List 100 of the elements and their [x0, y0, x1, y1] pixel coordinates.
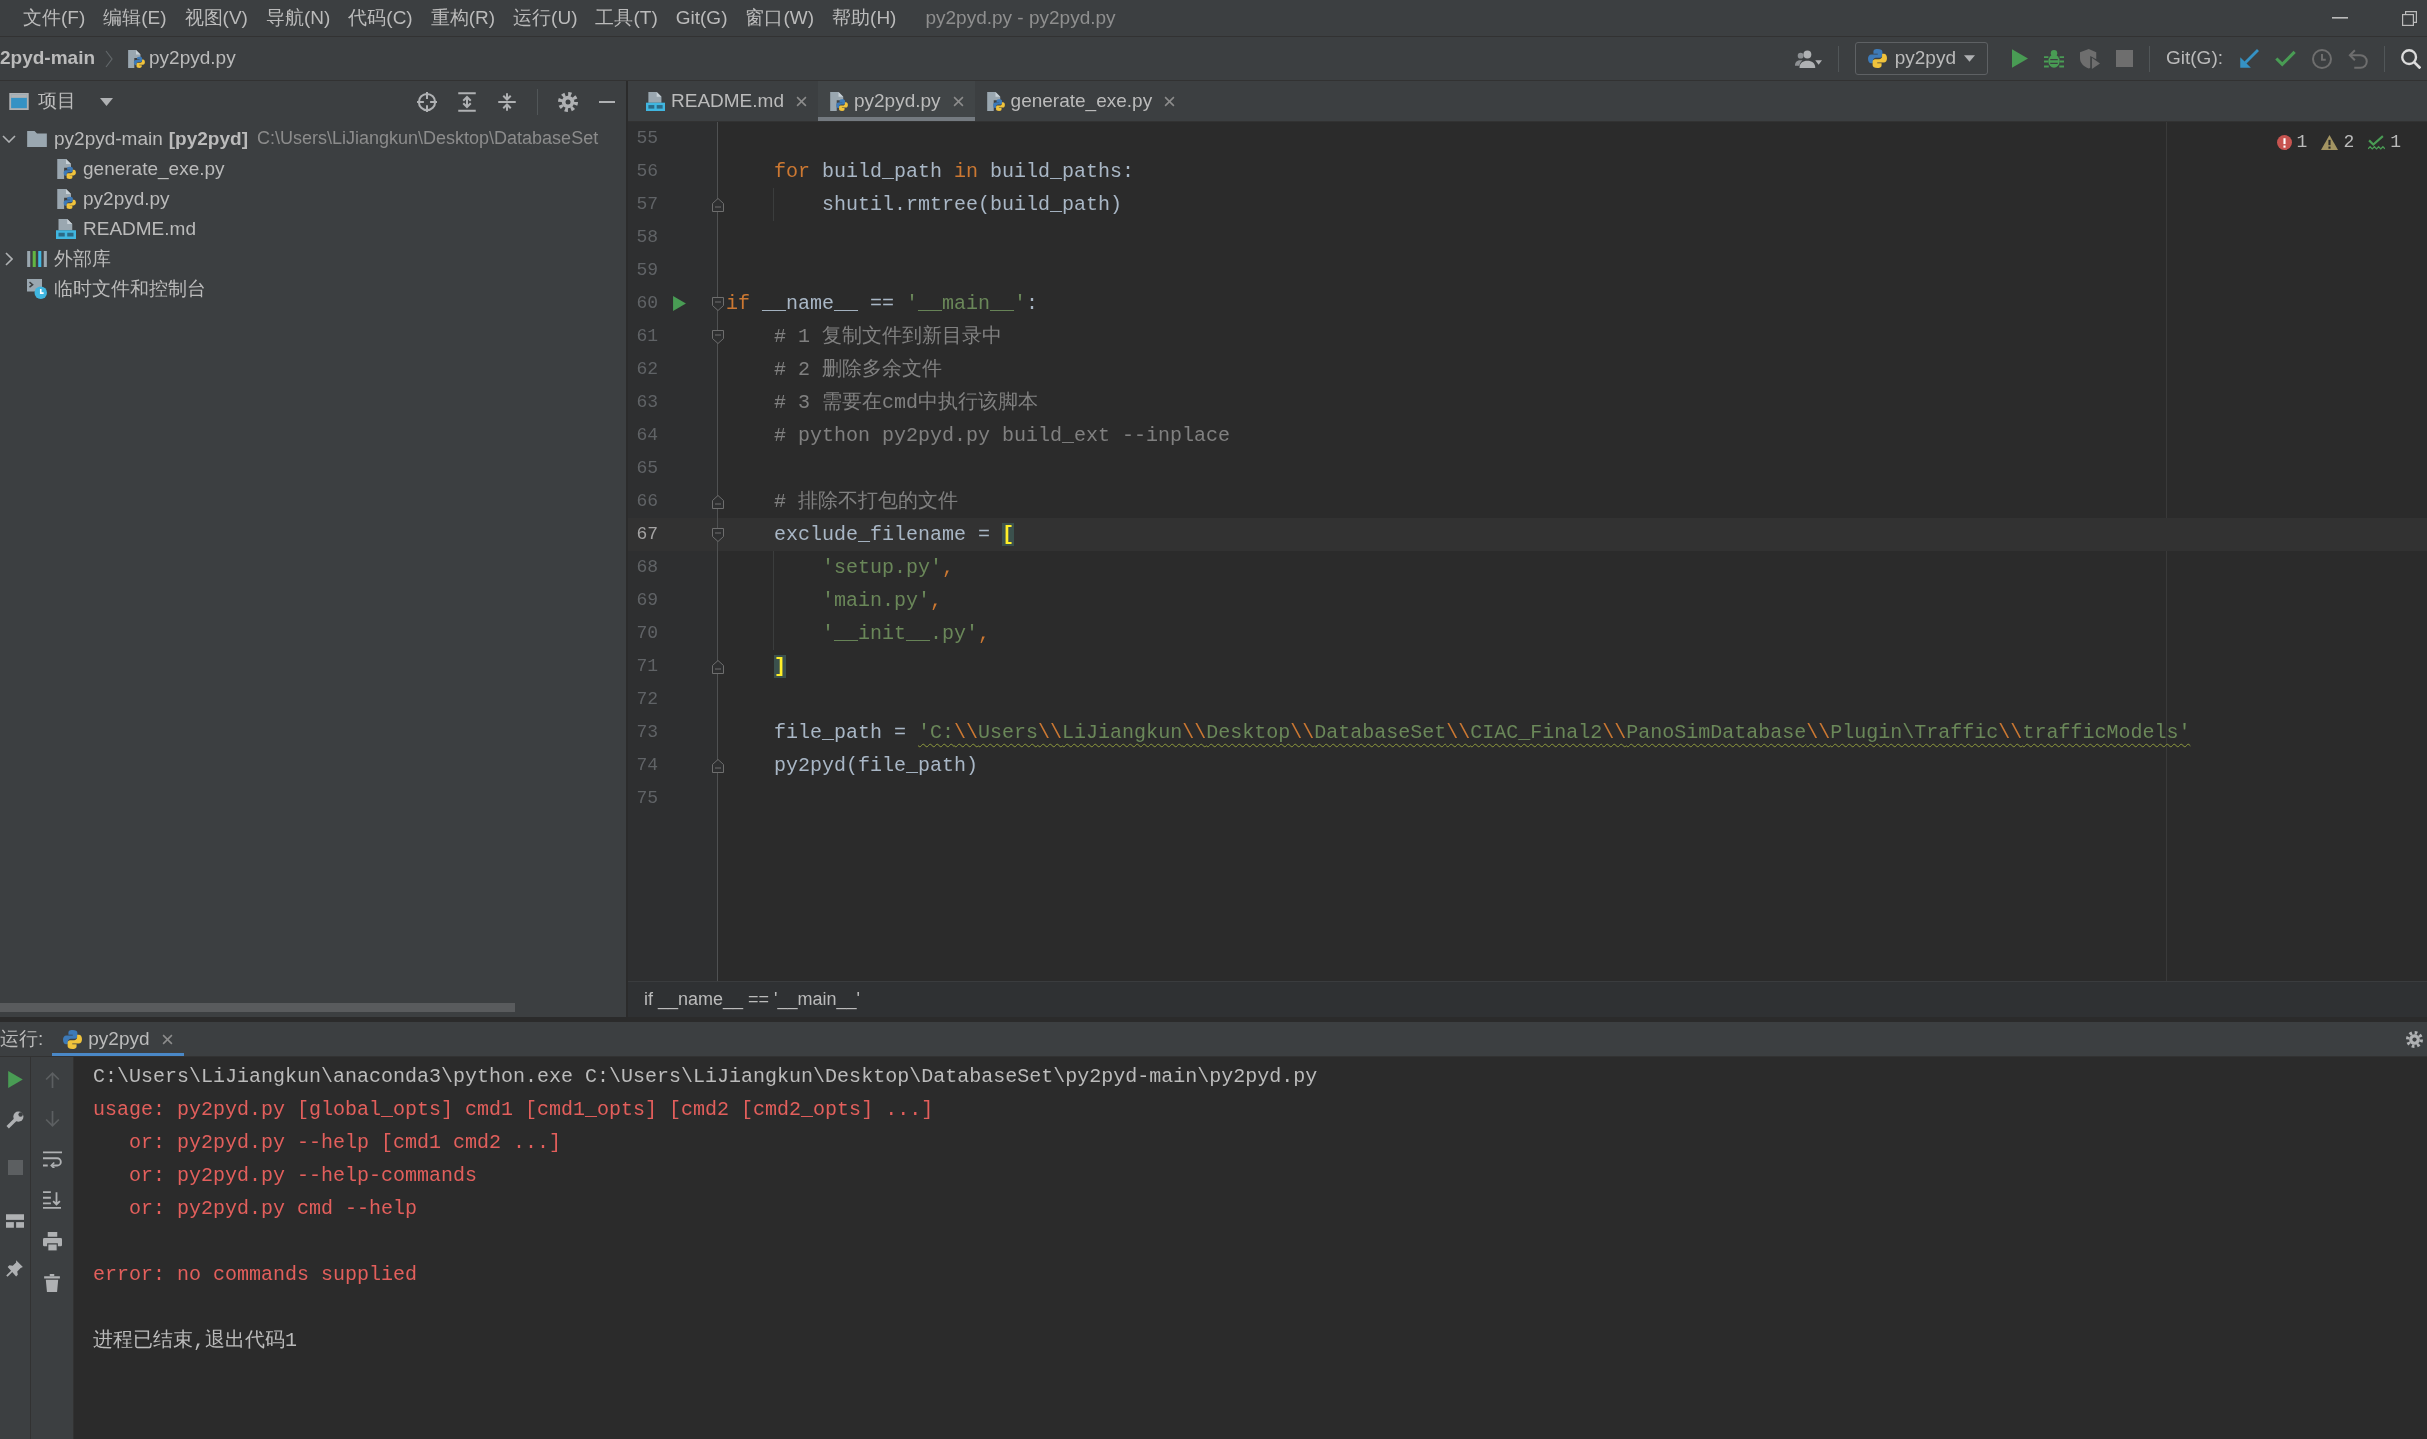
python-file-icon	[985, 91, 1005, 111]
chevron-right-icon[interactable]	[5, 252, 13, 266]
tree-item[interactable]: generate_exe.py	[83, 157, 225, 181]
menu-item[interactable]: 窗口(W)	[736, 6, 824, 30]
console-clock-icon	[27, 279, 47, 299]
line-number: 67	[635, 523, 658, 546]
arrow-up-icon[interactable]	[44, 1071, 60, 1088]
run-config-dropdown[interactable]: py2pyd	[1854, 42, 1988, 75]
close-icon[interactable]	[1164, 95, 1176, 107]
fold-marker-icon[interactable]	[712, 197, 724, 212]
menu-item[interactable]: 编辑(E)	[94, 6, 176, 30]
menu-item[interactable]: 导航(N)	[256, 6, 340, 30]
restore-icon[interactable]	[2402, 10, 2417, 26]
breadcrumb[interactable]: if __name__ == '__main__'	[644, 988, 861, 1011]
editor-tab[interactable]: generate_exe.py	[974, 81, 1187, 121]
document-icon	[56, 219, 76, 239]
tree-item[interactable]: 外部库	[54, 247, 111, 271]
shield-play-icon[interactable]	[2080, 48, 2100, 69]
python-file-icon	[56, 189, 76, 209]
tree-item[interactable]: py2pyd-main	[54, 127, 163, 151]
close-icon[interactable]	[795, 95, 807, 107]
books-icon	[27, 251, 47, 267]
inspection-count[interactable]: 1	[2296, 132, 2308, 154]
collapse-all-icon[interactable]	[497, 91, 517, 112]
user-dropdown-icon[interactable]	[1794, 49, 1822, 68]
chevron-down-icon[interactable]	[2, 135, 16, 143]
menu-item[interactable]: 重构(R)	[421, 6, 505, 30]
chevron-right-icon	[105, 49, 114, 68]
arrow-down-left-icon[interactable]	[2239, 48, 2259, 69]
trash-icon[interactable]	[44, 1274, 60, 1292]
python-file-icon	[56, 159, 76, 179]
fold-marker-icon[interactable]	[712, 494, 724, 509]
crosshair-icon[interactable]	[417, 91, 437, 112]
warning-icon[interactable]	[2321, 135, 2339, 151]
check-icon[interactable]	[2275, 50, 2296, 67]
code-line: # 2 删除多余文件	[774, 358, 943, 381]
console-line: error: no commands supplied	[93, 1263, 418, 1286]
inspection-count[interactable]: 2	[2343, 132, 2355, 154]
breadcrumb-item[interactable]: 2pyd-main	[0, 47, 96, 70]
menu-item[interactable]: 代码(C)	[339, 6, 422, 30]
bug-icon[interactable]	[2044, 48, 2064, 69]
run-icon[interactable]	[2012, 49, 2028, 68]
expand-all-icon[interactable]	[457, 91, 477, 112]
settings-icon[interactable]	[2406, 1030, 2423, 1048]
tree-item[interactable]: README.md	[83, 217, 196, 241]
folder-icon	[27, 131, 47, 147]
menu-item[interactable]: 视图(V)	[175, 6, 257, 30]
code-line: exclude_filename = [	[774, 523, 1015, 546]
code-line: shutil.rmtree(build_path)	[822, 193, 1123, 216]
editor-tab[interactable]: py2pyd.py	[817, 81, 975, 121]
clock-icon[interactable]	[2312, 48, 2332, 69]
wrap-icon[interactable]	[42, 1151, 62, 1168]
code-line: file_path = 'C:\\Users\\LiJiangkun\\Desktop\\DatabaseSet\\CIAC_Final2\\PanoSimDatabase\\Plugin\Traffic\\trafficModels'	[774, 721, 2191, 744]
tree-item[interactable]: 临时文件和控制台	[54, 277, 206, 301]
wrench-icon[interactable]	[6, 1111, 24, 1129]
code-line: 'setup.py',	[822, 556, 955, 579]
code-line: for build_path in build_paths:	[774, 160, 1135, 183]
layout-icon[interactable]	[6, 1214, 24, 1228]
check-wave-icon[interactable]	[2368, 135, 2386, 151]
run-icon[interactable]	[7, 1071, 23, 1088]
inspection-count[interactable]: 1	[2390, 132, 2401, 154]
fold-marker-icon[interactable]	[712, 296, 724, 311]
run-icon[interactable]	[673, 296, 686, 311]
fold-marker-icon[interactable]	[712, 527, 724, 542]
folder-path: C:\Users\LiJiangkun\Desktop\DatabaseSet	[256, 128, 599, 150]
document-icon	[646, 91, 665, 111]
tree-item[interactable]: py2pyd.py	[83, 187, 170, 211]
breadcrumb-item[interactable]: py2pyd.py	[149, 47, 236, 70]
pin-icon[interactable]	[6, 1259, 24, 1277]
caret-icon[interactable]	[100, 97, 113, 106]
error-icon[interactable]	[2276, 135, 2292, 151]
close-icon[interactable]	[161, 1033, 173, 1045]
console-line: 进程已结束,退出代码1	[93, 1329, 297, 1352]
fold-marker-icon[interactable]	[712, 659, 724, 674]
window-title: py2pyd.py - py2pyd.py	[925, 6, 1116, 30]
menu-item[interactable]: Git(G)	[666, 6, 737, 30]
caret-icon	[1964, 55, 1975, 62]
menu-item[interactable]: 文件(F)	[14, 6, 95, 30]
menu-item[interactable]: 工具(T)	[586, 6, 667, 30]
menu-item[interactable]: 运行(U)	[504, 6, 587, 30]
console-line: usage: py2pyd.py [global_opts] cmd1 [cmd1_opts] [cmd2 [cmd2_opts] ...]	[93, 1098, 934, 1121]
close-icon[interactable]	[952, 95, 964, 107]
minus-icon[interactable]	[598, 100, 616, 103]
stop-icon[interactable]	[7, 1160, 23, 1175]
panel-title[interactable]: 项目	[38, 90, 76, 113]
menu-item[interactable]: 帮助(H)	[823, 6, 906, 30]
search-icon[interactable]	[2401, 48, 2421, 69]
undo-icon[interactable]	[2348, 48, 2368, 69]
scroll-end-icon[interactable]	[43, 1191, 61, 1209]
fold-marker-icon[interactable]	[712, 758, 724, 773]
console-line: C:\Users\LiJiangkun\anaconda3\python.exe C:\Users\LiJiangkun\Desktop\DatabaseSet\py2pyd-main\py2pyd.py	[93, 1065, 1318, 1088]
minimize-icon[interactable]	[2332, 17, 2348, 19]
git-label: Git(G):	[2166, 47, 2223, 70]
arrow-down-icon[interactable]	[44, 1111, 60, 1128]
horizontal-scrollbar[interactable]	[0, 1003, 515, 1012]
code-line: 'main.py',	[822, 589, 943, 612]
fold-marker-icon[interactable]	[712, 329, 724, 344]
printer-icon[interactable]	[42, 1232, 62, 1251]
editor-tab[interactable]: README.md	[635, 81, 818, 121]
settings-icon[interactable]	[558, 91, 578, 112]
